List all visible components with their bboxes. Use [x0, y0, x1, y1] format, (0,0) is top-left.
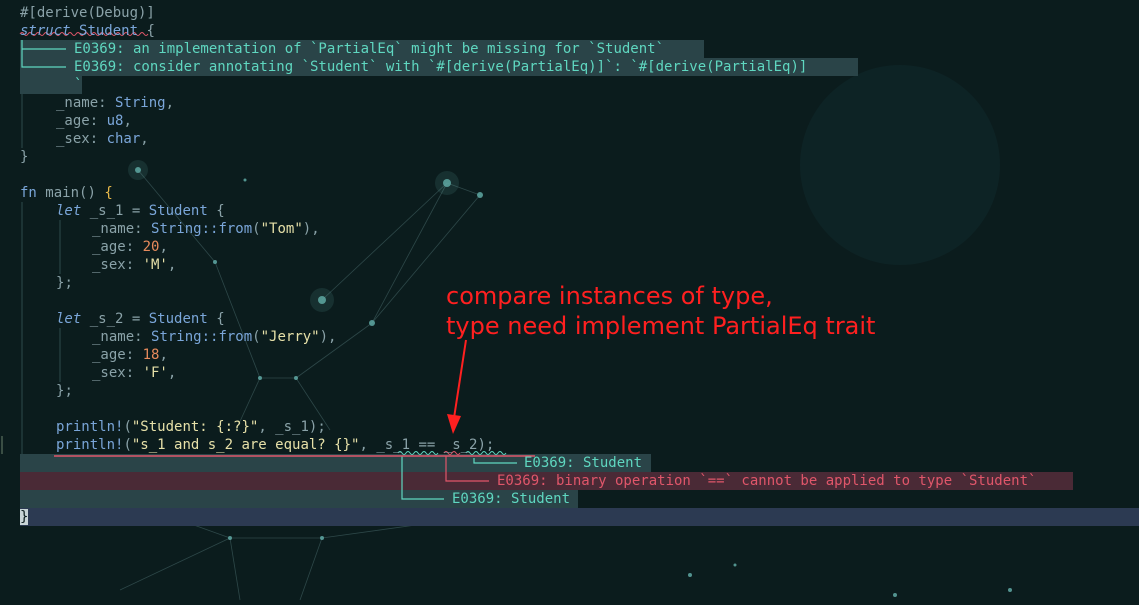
field-name: _age	[56, 113, 90, 129]
struct-name: Student	[148, 203, 208, 219]
code-line-2[interactable]: struct Student {	[20, 22, 155, 40]
text-cursor: }	[20, 509, 29, 525]
field-line-sex[interactable]: _sex: char,	[56, 130, 149, 148]
diagnostic-missing-partialeq: E0369: an implementation of `PartialEq` …	[74, 41, 665, 57]
field-name: _sex	[92, 365, 126, 381]
field-type: String	[115, 95, 166, 111]
char-literal: 'M'	[142, 257, 168, 273]
field-name: _age	[92, 239, 126, 255]
fn-close-line[interactable]: }	[20, 508, 29, 526]
brace-open: {	[104, 185, 113, 201]
field-type: char	[106, 131, 141, 147]
s2-sex-line[interactable]: _sex: 'F',	[92, 364, 176, 382]
var-name: _s_1	[89, 203, 124, 219]
format-string: "Student: {:?}"	[131, 419, 259, 435]
diagnostic-student-rhs: E0369: Student	[524, 455, 643, 471]
diagnostic-continuation: `	[74, 77, 83, 93]
field-name: _name	[56, 95, 99, 111]
brace-open: {	[216, 311, 225, 327]
var-name: _s_1	[376, 437, 411, 453]
var-name: _s_2	[443, 437, 478, 453]
let-keyword: let	[56, 203, 82, 219]
println-eq-line[interactable]: println!("s_1 and s_2 are equal? {}", _s…	[56, 436, 494, 454]
brace-close: }	[20, 149, 29, 165]
string-from: String::from	[151, 221, 253, 237]
field-line-age[interactable]: _age: u8,	[56, 112, 132, 130]
s1-sex-line[interactable]: _sex: 'M',	[92, 256, 176, 274]
struct-name: Student	[79, 23, 139, 39]
let-keyword: let	[56, 311, 82, 327]
struct-close[interactable]: }	[20, 148, 28, 166]
brace-open: {	[146, 23, 155, 39]
let-s2-line[interactable]: let _s_2 = Student {	[56, 310, 225, 328]
s2-age-line[interactable]: _age: 18,	[92, 346, 168, 364]
char-literal: 'F'	[142, 365, 168, 381]
diagnostic-binary-operation: E0369: binary operation `==` cannot be a…	[497, 473, 1037, 489]
println-macro: println!	[56, 437, 124, 453]
field-line-name[interactable]: _name: String,	[56, 94, 174, 112]
var-name: _s_1	[275, 419, 309, 435]
println-macro: println!	[56, 419, 124, 435]
s2-close-line[interactable]: };	[56, 382, 73, 400]
eq-operator: ==	[418, 437, 436, 453]
diagnostic-student-lhs: E0369: Student	[452, 491, 571, 507]
field-name: _age	[92, 347, 126, 363]
derive-attribute: #[derive(Debug)]	[20, 5, 155, 21]
number-literal: 18	[142, 347, 160, 363]
s1-name-line[interactable]: _name: String::from("Tom"),	[92, 220, 320, 238]
println-debug-line[interactable]: println!("Student: {:?}", _s_1);	[56, 418, 326, 436]
let-s1-line[interactable]: let _s_1 = Student {	[56, 202, 225, 220]
fn-main-line[interactable]: fn main() {	[20, 184, 113, 202]
s1-age-line[interactable]: _age: 20,	[92, 238, 168, 256]
field-type: u8	[106, 113, 124, 129]
struct-name: Student	[148, 311, 208, 327]
diagnostic-consider-derive: E0369: consider annotating `Student` wit…	[74, 59, 808, 75]
struct-keyword: struct	[20, 23, 71, 39]
s1-close-line[interactable]: };	[56, 274, 73, 292]
string-literal: "Tom"	[260, 221, 303, 237]
number-literal: 20	[142, 239, 160, 255]
fn-name: main	[45, 185, 80, 201]
fn-keyword: fn	[20, 185, 37, 201]
brace-open: {	[216, 203, 225, 219]
format-string: "s_1 and s_2 are equal? {}"	[131, 437, 360, 453]
field-name: _name	[92, 221, 135, 237]
annotation-line-1: compare instances of type,	[446, 282, 773, 310]
string-from: String::from	[151, 329, 253, 345]
var-name: _s_2	[89, 311, 124, 327]
string-literal: "Jerry"	[260, 329, 320, 345]
s2-name-line[interactable]: _name: String::from("Jerry"),	[92, 328, 336, 346]
field-name: _sex	[56, 131, 90, 147]
annotation-line-2: type need implement PartialEq trait	[446, 312, 876, 340]
field-name: _sex	[92, 257, 126, 273]
field-name: _name	[92, 329, 135, 345]
code-line-1[interactable]: #[derive(Debug)]	[20, 4, 155, 22]
annotation-arrow	[447, 339, 467, 434]
